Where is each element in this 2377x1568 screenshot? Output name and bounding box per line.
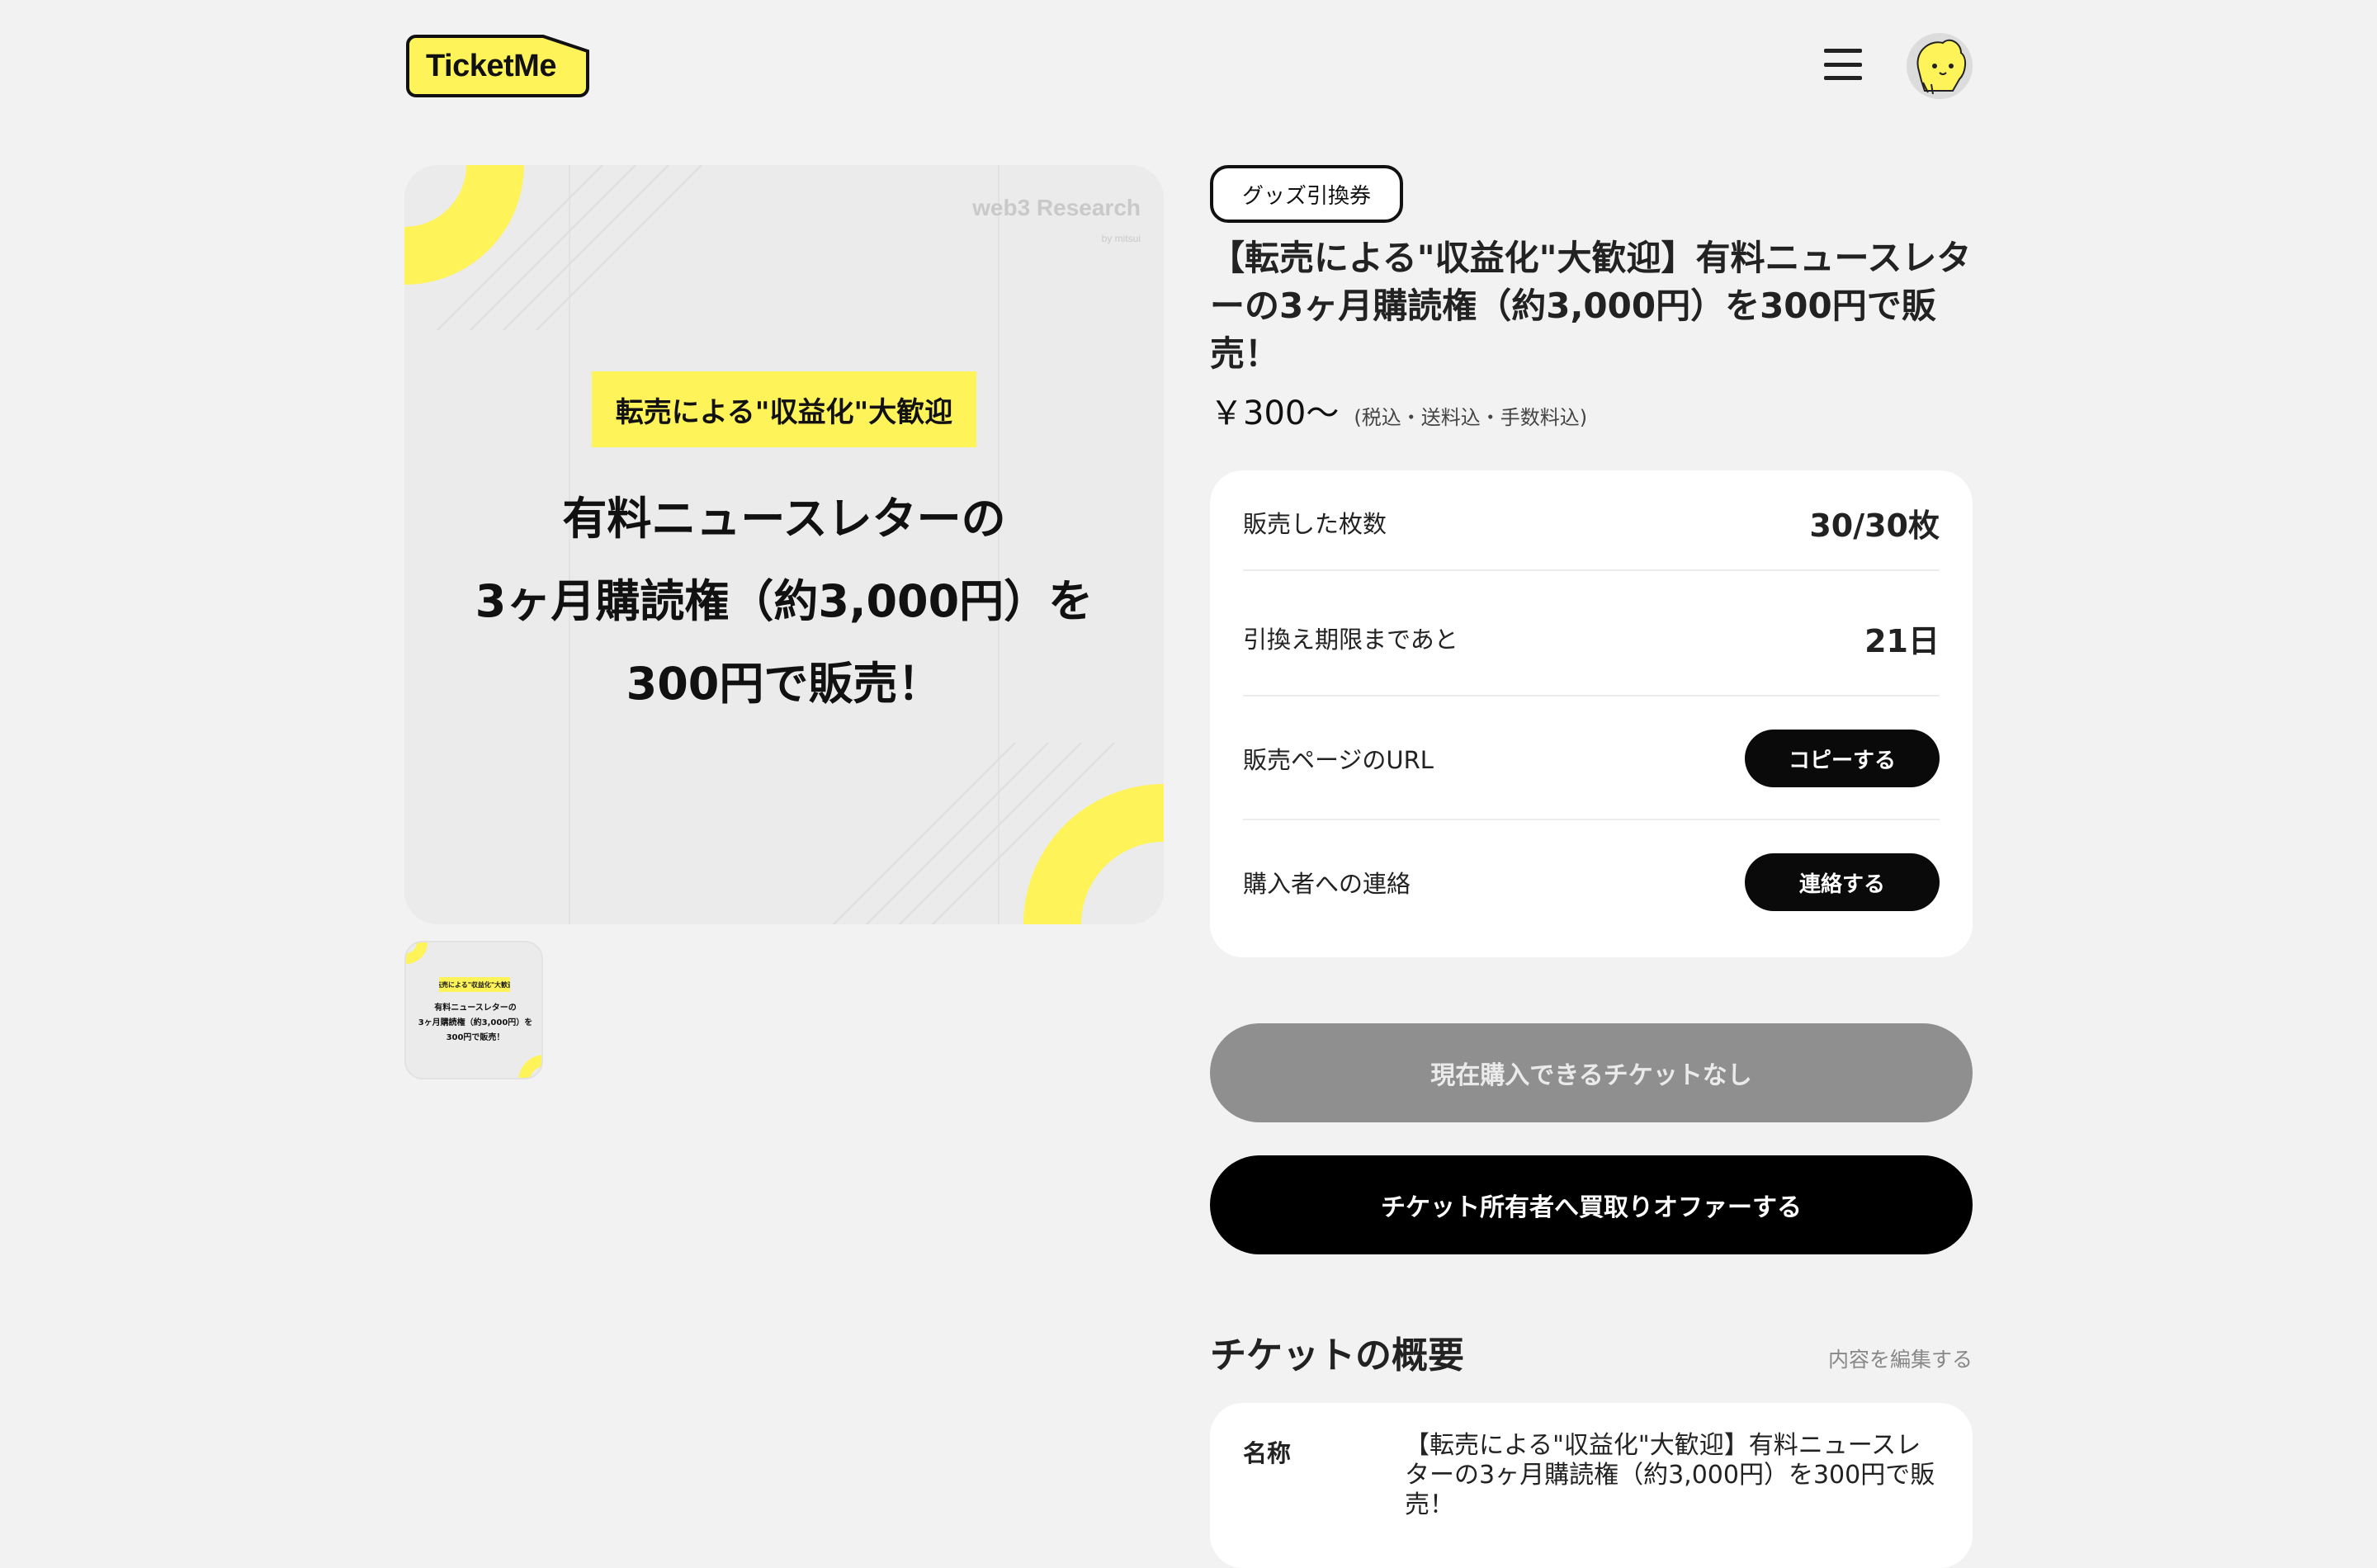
- user-avatar[interactable]: [1907, 33, 1973, 99]
- divider: [1243, 819, 1940, 820]
- image-brand: web3 Research by mitsui: [972, 195, 1141, 244]
- product-title: 【転売による"収益化"大歓迎】有料ニュースレターの3ヶ月購読権（約3,000円）…: [1210, 238, 1972, 374]
- overview-card: 名称 【転売による"収益化"大歓迎】有料ニュースレターの3ヶ月購読権（約3,00…: [1210, 1403, 1973, 1568]
- copy-url-button[interactable]: コピーする: [1745, 730, 1940, 787]
- product-main-image: web3 Research by mitsui 転売による"収益化"大歓迎 有料…: [404, 165, 1164, 924]
- contact-buyer-label: 購入者への連絡: [1243, 870, 1411, 898]
- divider: [1243, 695, 1940, 697]
- avatar-character-icon: [1907, 33, 1973, 99]
- product-thumbnail[interactable]: 転売による"収益化"大歓迎 有料ニュースレターの 3ヶ月購読権（約3,000円）…: [404, 941, 543, 1079]
- deadline-value: 21日: [1864, 622, 1940, 659]
- deadline-row: 引換え期限まであと 21日: [1243, 609, 1940, 667]
- thumbnail-highlight-text: 転売による"収益化"大歓迎: [439, 977, 510, 992]
- contact-buyer-row: 購入者への連絡 連絡する: [1243, 853, 1940, 911]
- thumbnail-text-line-3: 300円で販売！: [446, 1033, 505, 1042]
- image-brand-sub: by mitsui: [1101, 233, 1141, 244]
- image-brand-name: web3 Research: [972, 195, 1141, 220]
- purchase-offer-button[interactable]: チケット所有者へ買取りオファーする: [1210, 1155, 1973, 1254]
- overview-name-label: 名称: [1243, 1439, 1292, 1467]
- price-row: ￥300〜 (税込・送料込・手数料込): [1210, 386, 1587, 434]
- sales-url-label: 販売ページのURL: [1243, 746, 1434, 774]
- price-note: (税込・送料込・手数料込): [1354, 406, 1588, 429]
- category-badge[interactable]: グッズ引換券: [1210, 165, 1403, 223]
- logo-text: TicketMe: [426, 48, 556, 83]
- sold-count-label: 販売した枚数: [1243, 510, 1387, 538]
- image-text-line-3: 300円で販売！: [626, 658, 943, 710]
- no-tickets-available-button: 現在購入できるチケットなし: [1210, 1023, 1973, 1122]
- ticket-info-card: 販売した枚数 30/30枚 引換え期限まであと 21日 販売ページのURL コピ…: [1210, 470, 1973, 957]
- sold-count-row: 販売した枚数 30/30枚: [1243, 494, 1940, 551]
- divider: [1243, 569, 1940, 571]
- sales-url-row: 販売ページのURL コピーする: [1243, 730, 1940, 787]
- overview-section-title: チケットの概要: [1210, 1334, 1464, 1377]
- thumbnail-text-line-1: 有料ニュースレターの: [434, 1004, 517, 1013]
- deadline-label: 引換え期限まであと: [1243, 626, 1458, 654]
- hamburger-menu-icon[interactable]: [1824, 45, 1862, 83]
- price: ￥300〜: [1210, 394, 1340, 432]
- contact-buyer-button[interactable]: 連絡する: [1745, 853, 1940, 911]
- ticketme-logo[interactable]: TicketMe: [404, 33, 591, 99]
- edit-content-link[interactable]: 内容を編集する: [1822, 1344, 1973, 1373]
- image-text-line-1: 有料ニュースレターの: [562, 493, 1006, 545]
- image-highlight-text: 転売による"収益化"大歓迎: [592, 371, 976, 447]
- thumbnail-text-line-2: 3ヶ月購読権（約3,000円）を: [418, 1018, 533, 1027]
- overview-name-value: 【転売による"収益化"大歓迎】有料ニュースレターの3ヶ月購読権（約3,000円）…: [1405, 1431, 1935, 1519]
- image-text-line-2: 3ヶ月購読権（約3,000円）を: [475, 575, 1094, 627]
- sold-count-value: 30/30枚: [1809, 507, 1940, 544]
